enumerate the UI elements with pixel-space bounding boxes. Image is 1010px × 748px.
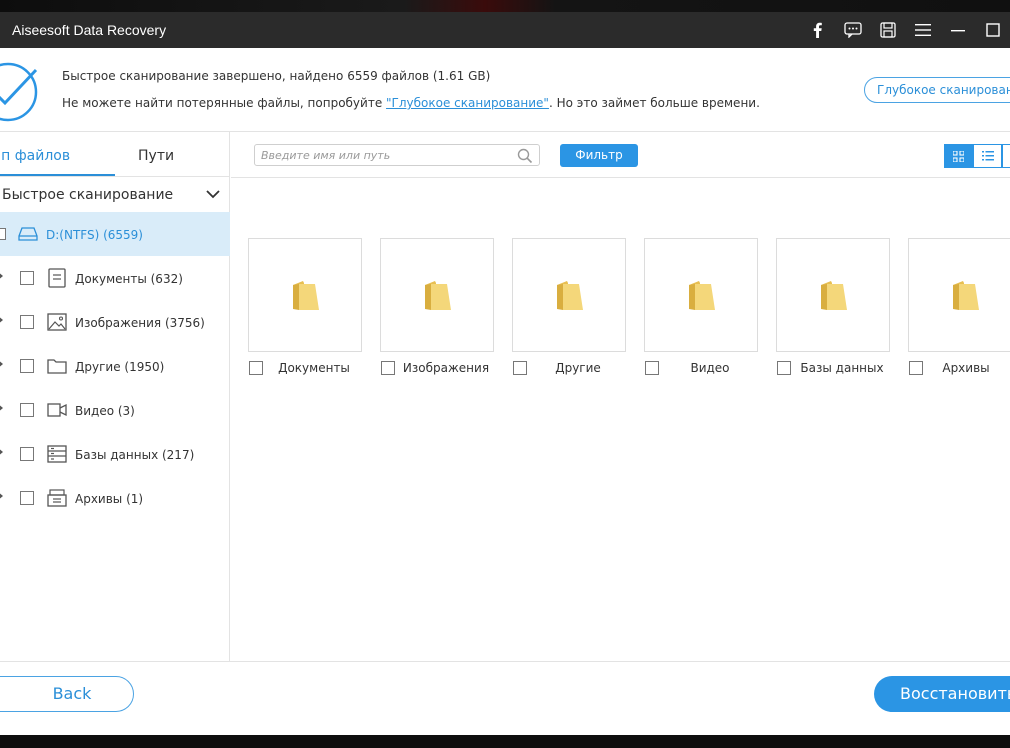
- tree-checkbox[interactable]: [20, 359, 34, 373]
- expand-arrow-icon[interactable]: [0, 271, 3, 281]
- list-view-button[interactable]: [973, 144, 1002, 168]
- title-bar-icons: [800, 12, 1010, 48]
- expand-arrow-icon[interactable]: [0, 359, 3, 369]
- image-icon: [47, 313, 67, 331]
- deep-scan-hint: Не можете найти потерянные файлы, попроб…: [62, 96, 760, 110]
- save-icon[interactable]: [870, 12, 905, 48]
- tile-checkbox-documents[interactable]: [249, 361, 263, 375]
- expand-arrow-icon[interactable]: [0, 491, 3, 501]
- video-icon: [47, 403, 67, 417]
- deep-scan-button[interactable]: Глубокое сканирование: [864, 77, 1010, 103]
- tree-checkbox[interactable]: [20, 403, 34, 417]
- filter-button[interactable]: Фильтр: [560, 144, 638, 167]
- tile-checkbox-other[interactable]: [513, 361, 527, 375]
- scan-complete-check-icon: [0, 62, 38, 122]
- folder-icon: [689, 281, 715, 310]
- tile-checkbox-images[interactable]: [381, 361, 395, 375]
- tile-checkbox-databases[interactable]: [777, 361, 791, 375]
- document-icon: [48, 268, 66, 288]
- background-strip-top: [0, 0, 1010, 12]
- restore-button[interactable]: Восстановить: [874, 676, 1010, 712]
- folder-icon: [557, 281, 583, 310]
- drive-label: D:(NTFS) (6559): [46, 228, 143, 242]
- category-tile-documents[interactable]: [248, 238, 362, 352]
- expand-arrow-icon[interactable]: [0, 447, 3, 457]
- scan-result-text: Быстрое сканирование завершено, найдено …: [62, 69, 491, 83]
- footer-bar: Back Восстановить: [0, 661, 1010, 735]
- tree-item-label: Другие (1950): [75, 360, 165, 374]
- sidebar: ип файлов Пути Быстрое сканирование D:(N…: [0, 132, 230, 661]
- minimize-icon[interactable]: [940, 12, 975, 48]
- tab-file-type[interactable]: ип файлов: [0, 148, 70, 164]
- expand-arrow-icon[interactable]: [0, 315, 3, 325]
- category-tile-video[interactable]: [644, 238, 758, 352]
- tile-label-documents: Документы: [278, 361, 350, 375]
- search-icon[interactable]: [517, 148, 533, 164]
- sidebar-tabs: ип файлов Пути: [0, 132, 230, 176]
- grid-view-button[interactable]: [944, 144, 973, 168]
- tree-checkbox[interactable]: [20, 271, 34, 285]
- deep-scan-hint-suffix: . Но это займет больше времени.: [548, 96, 760, 110]
- tree-item-label: Документы (632): [75, 272, 183, 286]
- feedback-icon[interactable]: [835, 12, 870, 48]
- file-content-area: Фильтр Документы: [231, 132, 1010, 661]
- drive-checkbox[interactable]: [0, 228, 6, 240]
- detail-view-button[interactable]: [1002, 144, 1010, 168]
- folder-icon: [953, 281, 979, 310]
- tree-item-documents[interactable]: Документы (632): [0, 256, 230, 300]
- back-button[interactable]: Back: [0, 676, 134, 712]
- category-tile-other[interactable]: [512, 238, 626, 352]
- drive-row[interactable]: D:(NTFS) (6559): [0, 212, 230, 256]
- tree-item-label: Архивы (1): [75, 492, 144, 506]
- folder-icon: [47, 359, 67, 374]
- folder-icon: [821, 281, 847, 310]
- category-tile-databases[interactable]: [776, 238, 890, 352]
- tile-checkbox-video[interactable]: [645, 361, 659, 375]
- search-box[interactable]: [254, 144, 540, 166]
- tree-item-video[interactable]: Видео (3): [0, 388, 230, 432]
- tree-checkbox[interactable]: [20, 491, 34, 505]
- archive-icon: [47, 489, 67, 507]
- expand-arrow-icon[interactable]: [0, 403, 3, 413]
- main-window: Быстрое сканирование завершено, найдено …: [0, 48, 1010, 735]
- deep-scan-link[interactable]: "Глубокое сканирование": [386, 96, 549, 110]
- chevron-down-icon[interactable]: [205, 188, 221, 200]
- tree-checkbox[interactable]: [20, 315, 34, 329]
- tile-label-archives: Архивы: [942, 361, 990, 375]
- search-input[interactable]: [261, 147, 511, 163]
- background-strip-bottom: [0, 735, 1010, 748]
- tile-label-images: Изображения: [402, 361, 490, 375]
- tile-label-databases: Базы данных: [800, 361, 884, 375]
- list-view-icon: [981, 151, 994, 161]
- folder-icon: [425, 281, 451, 310]
- category-tile-archives[interactable]: [908, 238, 1010, 352]
- quick-scan-label: Быстрое сканирование: [2, 187, 174, 203]
- deep-scan-hint-prefix: Не можете найти потерянные файлы, попроб…: [62, 96, 387, 110]
- tree-item-images[interactable]: Изображения (3756): [0, 300, 230, 344]
- tree-item-databases[interactable]: Базы данных (217): [0, 432, 230, 476]
- category-tile-images[interactable]: [380, 238, 494, 352]
- grid-view-icon: [953, 150, 964, 162]
- tile-label-video: Видео: [690, 361, 730, 375]
- menu-icon[interactable]: [905, 12, 940, 48]
- quick-scan-header[interactable]: Быстрое сканирование: [0, 176, 230, 212]
- tile-label-other: Другие: [555, 361, 601, 375]
- scan-status-panel: Быстрое сканирование завершено, найдено …: [0, 48, 1010, 132]
- maximize-icon[interactable]: [975, 12, 1010, 48]
- tree-item-label: Изображения (3756): [75, 316, 205, 330]
- tree-item-label: Базы данных (217): [75, 448, 195, 462]
- title-bar: Aiseesoft Data Recovery: [0, 12, 1010, 48]
- facebook-icon[interactable]: [800, 12, 835, 48]
- tree-item-label: Видео (3): [75, 404, 135, 418]
- tree-item-other[interactable]: Другие (1950): [0, 344, 230, 388]
- folder-icon: [293, 281, 319, 310]
- tab-paths[interactable]: Пути: [138, 148, 174, 164]
- content-toolbar: Фильтр: [231, 132, 1010, 178]
- tile-checkbox-archives[interactable]: [909, 361, 923, 375]
- hard-drive-icon: [18, 227, 38, 241]
- app-title: Aiseesoft Data Recovery: [12, 22, 167, 38]
- database-icon: [47, 445, 67, 463]
- tree-item-archives[interactable]: Архивы (1): [0, 476, 230, 520]
- tree-checkbox[interactable]: [20, 447, 34, 461]
